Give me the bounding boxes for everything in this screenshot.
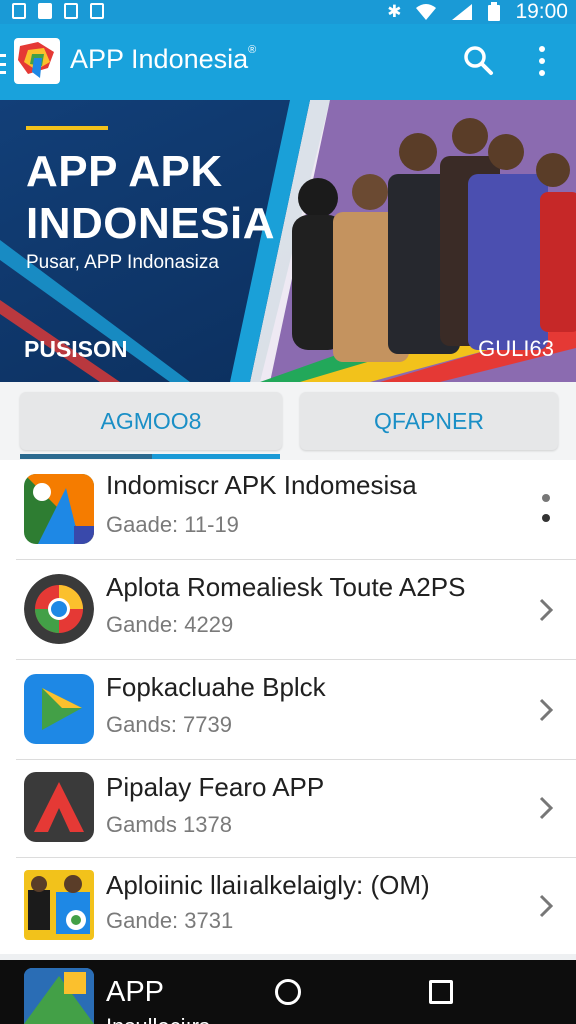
banner-tag-left: PUSISON [24, 336, 128, 362]
banner-title: APP APK INDONESiA [26, 147, 275, 248]
list-item[interactable]: Aplota Romealiesk Toute A2PS Gande: 4229 [16, 560, 576, 660]
clock: 19:00 [515, 0, 568, 23]
app-name: Fopkacluahe Bplck [106, 672, 326, 702]
banner-tag-right: GULI63 [478, 336, 554, 361]
status-bar: ✱ 19:00 [0, 0, 576, 24]
app-meta: Gaade: 11-19 [106, 512, 239, 537]
app-meta: Gands: 7739 [106, 712, 232, 737]
mail-icon [64, 3, 78, 19]
recents-button-icon[interactable] [429, 980, 453, 1004]
segment-tabs: AGMOO8 QFAPNER [0, 382, 576, 460]
peek-app-title: APP [106, 976, 165, 1008]
list-item[interactable]: Pipalay Fearo APP Gamds 1378 [16, 760, 576, 858]
more-options-icon[interactable] [528, 46, 556, 76]
letter-a-icon [24, 772, 94, 842]
sim-icon [12, 3, 26, 19]
list-item[interactable]: Aploiinic llaiıalkelaigly: (OM) Gande: 3… [16, 858, 576, 954]
app-list: Indomiscr APK Indomesisa Gaade: 11-19 Ap… [0, 460, 576, 954]
chevron-right-icon[interactable] [536, 894, 556, 918]
play-icon [24, 674, 94, 744]
tab-agmoo8[interactable]: AGMOO8 [20, 392, 282, 450]
app-name: Pipalay Fearo APP [106, 772, 325, 802]
app-title: APP Indonesia® [70, 44, 257, 74]
battery-icon [488, 2, 501, 21]
app-logo-icon [14, 38, 60, 84]
chevron-right-icon[interactable] [536, 698, 556, 722]
app-meta: Gande: 4229 [106, 612, 234, 637]
app-name: Aploiinic llaiıalkelaigly: (OM) [106, 870, 430, 900]
promo-banner[interactable]: APP APK INDONESiA Pusar, APP Indonasiza … [0, 100, 576, 382]
no-image-icon [90, 3, 104, 19]
navigation-bar: APP Insulleciırs [0, 960, 576, 1024]
wifi-icon [416, 4, 437, 20]
list-item[interactable]: Fopkacluahe Bplck Gands: 7739 [16, 660, 576, 760]
app-bar: APP Indonesia® [0, 24, 576, 100]
app-meta: Gande: 3731 [106, 908, 234, 933]
banner-accent-line [26, 126, 108, 130]
chevron-right-icon[interactable] [536, 796, 556, 820]
app-name: Indomiscr APK Indomesisa [106, 470, 417, 500]
list-item[interactable]: Indomiscr APK Indomesisa Gaade: 11-19 [16, 460, 576, 560]
overflow-menu-icon[interactable] [542, 494, 550, 522]
search-icon[interactable] [462, 44, 494, 76]
map-icon [24, 474, 94, 544]
game-icon [24, 870, 94, 940]
drawer-handle-icon[interactable] [0, 54, 6, 74]
peek-app-icon[interactable] [24, 968, 94, 1024]
home-button-icon[interactable] [275, 979, 301, 1005]
app-meta: Gamds 1378 [106, 812, 232, 837]
bluetooth-icon: ✱ [387, 2, 402, 21]
app-name: Aplota Romealiesk Toute A2PS [106, 572, 466, 602]
browser-icon [24, 574, 94, 644]
chevron-right-icon[interactable] [536, 598, 556, 622]
banner-subtitle: Pusar, APP Indonasiza [26, 252, 219, 273]
tab-indicator [20, 454, 280, 459]
tab-qfapner[interactable]: QFAPNER [300, 392, 558, 450]
signal-icon [452, 4, 473, 20]
sd-card-icon [38, 3, 52, 19]
peek-app-subtitle: Insulleciırs [106, 1014, 210, 1024]
